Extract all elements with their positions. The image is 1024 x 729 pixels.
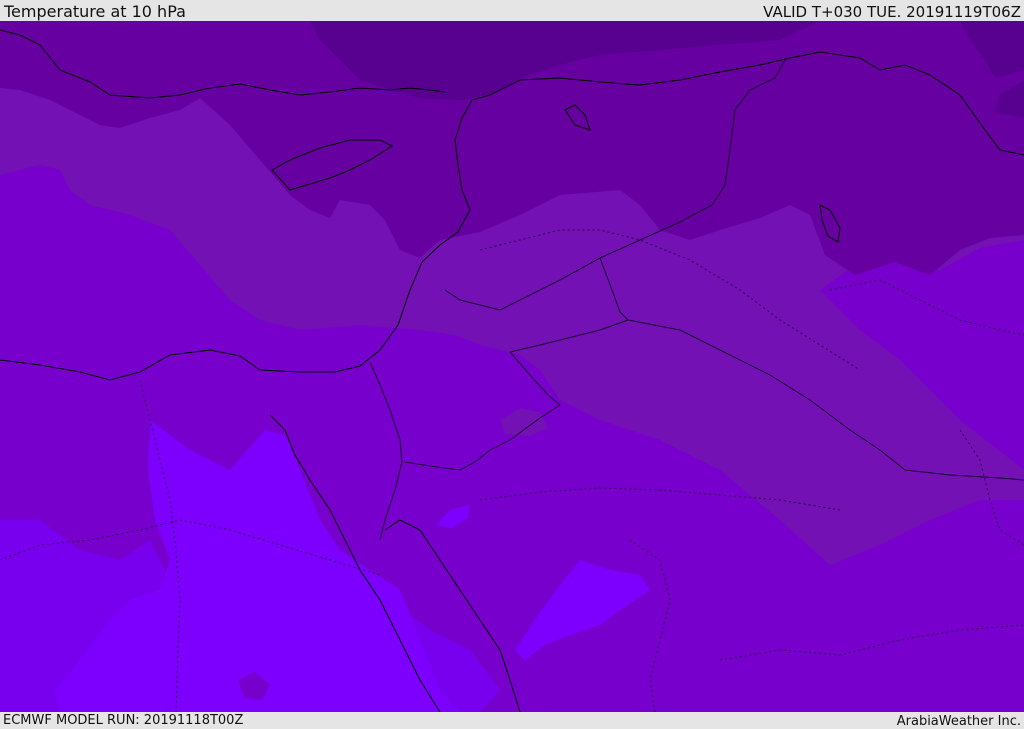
map-header: Temperature at 10 hPa VALID T+030 TUE. 2…: [0, 0, 1024, 21]
valid-time-label: VALID T+030 TUE. 20191119T06Z: [763, 3, 1021, 21]
model-run-label: ECMWF MODEL RUN: 20191118T00Z: [3, 713, 244, 728]
map-title: Temperature at 10 hPa: [4, 2, 186, 21]
map-footer: ECMWF MODEL RUN: 20191118T00Z ArabiaWeat…: [0, 712, 1024, 729]
temperature-map[interactable]: [0, 21, 1024, 712]
credit-label: ArabiaWeather Inc.: [896, 714, 1021, 729]
